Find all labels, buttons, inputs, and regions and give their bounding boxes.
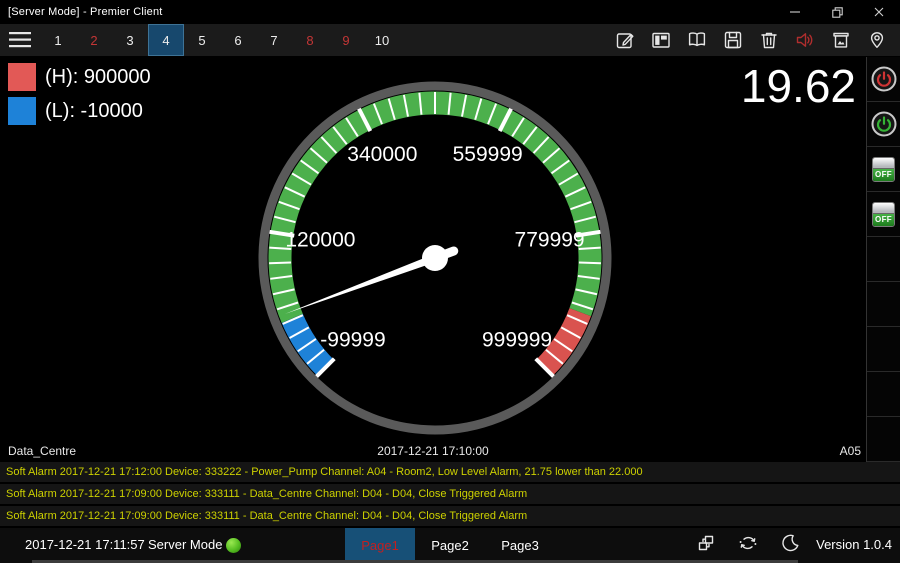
empty-cell [867,372,900,417]
control-sidebar: OFF OFF [866,57,900,462]
power-green-icon [870,110,898,138]
main-area: (H): 900000 (L): -10000 19.62 -99999 1200… [0,57,900,462]
toggle-off-icon: OFF [872,202,895,227]
speaker-icon[interactable] [794,29,816,51]
toggle-off-label: OFF [873,169,894,181]
toggle-off-icon: OFF [872,157,895,182]
tab-3[interactable]: 3 [112,24,148,56]
tab-5[interactable]: 5 [184,24,220,56]
tab-8[interactable]: 8 [292,24,328,56]
toggle-off-label: OFF [873,214,894,226]
svg-text:-99999: -99999 [320,329,385,352]
toggle-switch-1[interactable]: OFF [867,147,900,192]
restore-icon [832,7,843,18]
empty-cell [867,237,900,282]
page-tab-Page3[interactable]: Page3 [485,528,555,563]
save-icon[interactable] [722,29,744,51]
gauge-panel: (H): 900000 (L): -10000 19.62 -99999 1200… [0,57,866,462]
legend-high-row: (H): 900000 [8,63,151,91]
restore-button[interactable] [816,0,858,24]
alarm-row[interactable]: Soft Alarm 2017-12-21 17:09:00 Device: 3… [0,506,900,528]
svg-text:779999: 779999 [515,228,585,251]
tab-10[interactable]: 10 [364,24,400,56]
legend-low-row: (L): -10000 [8,97,151,125]
status-toolbar [696,528,800,560]
connection-status-indicator [226,538,241,553]
tab-bar: 12345678910 [0,24,900,57]
empty-cell [867,282,900,327]
close-button[interactable] [858,0,900,24]
page-tab-Page2[interactable]: Page2 [415,528,485,563]
alarm-list: Soft Alarm 2017-12-21 17:12:00 Device: 3… [0,462,900,528]
toggle-knob [873,158,894,169]
clock-timestamp: 2017-12-21 17:11:57 [25,528,145,560]
location-pin-icon[interactable] [866,29,888,51]
tab-2[interactable]: 2 [76,24,112,56]
minimize-button[interactable] [774,0,816,24]
close-icon [874,7,884,17]
alarm-row[interactable]: Soft Alarm 2017-12-21 17:09:00 Device: 3… [0,484,900,506]
svg-text:999999: 999999 [482,329,552,352]
menu-icon[interactable] [0,24,40,56]
switch-windows-icon[interactable] [696,533,716,556]
legend-low-label: (L): -10000 [45,100,143,123]
toggle-knob [873,203,894,214]
svg-text:120000: 120000 [285,228,355,251]
tab-6[interactable]: 6 [220,24,256,56]
window-controls [774,0,900,24]
titlebar: [Server Mode] - Premier Client [0,0,900,24]
empty-cell [867,327,900,372]
window-title: [Server Mode] - Premier Client [0,6,774,18]
layout-icon[interactable] [650,29,672,51]
alarm-row[interactable]: Soft Alarm 2017-12-21 17:12:00 Device: 3… [0,462,900,484]
tab-1[interactable]: 1 [40,24,76,56]
minimize-icon [790,7,800,17]
gauge-footer: Data_Centre 2017-12-21 17:10:00 A05 [0,444,866,460]
status-bar: 2017-12-21 17:11:57 Server Mode Page1Pag… [0,528,900,563]
server-mode-label: Server Mode [148,528,222,560]
svg-text:340000: 340000 [347,143,417,166]
tab-7[interactable]: 7 [256,24,292,56]
edit-icon[interactable] [614,29,636,51]
power-red-icon [870,65,898,93]
toolbar [614,24,900,56]
legend-low-swatch [8,97,36,125]
gauge-legend: (H): 900000 (L): -10000 [8,63,151,125]
empty-cell [867,417,900,462]
svg-text:559999: 559999 [453,143,523,166]
toggle-switch-2[interactable]: OFF [867,192,900,237]
current-value-display: 19.62 [741,59,856,113]
power-off-button[interactable] [867,57,900,102]
legend-high-swatch [8,63,36,91]
night-mode-moon-icon[interactable] [780,533,800,556]
channel-label: A05 [840,444,861,458]
archive-image-icon[interactable] [830,29,852,51]
page-tab-Page1[interactable]: Page1 [345,528,415,563]
legend-high-label: (H): 900000 [45,66,151,89]
gauge-dial: -99999 120000 340000 559999 779999 999999 [255,78,615,438]
version-label: Version 1.0.4 [816,528,892,560]
reading-timestamp: 2017-12-21 17:10:00 [0,444,866,458]
page-number-tabs: 12345678910 [40,24,400,56]
sync-icon[interactable] [738,533,758,556]
book-icon[interactable] [686,29,708,51]
app-window: [Server Mode] - Premier Client 123456789… [0,0,900,563]
trash-icon[interactable] [758,29,780,51]
tab-4[interactable]: 4 [148,24,184,56]
tab-9[interactable]: 9 [328,24,364,56]
power-on-button[interactable] [867,102,900,147]
page-tabs: Page1Page2Page3 [345,528,555,563]
